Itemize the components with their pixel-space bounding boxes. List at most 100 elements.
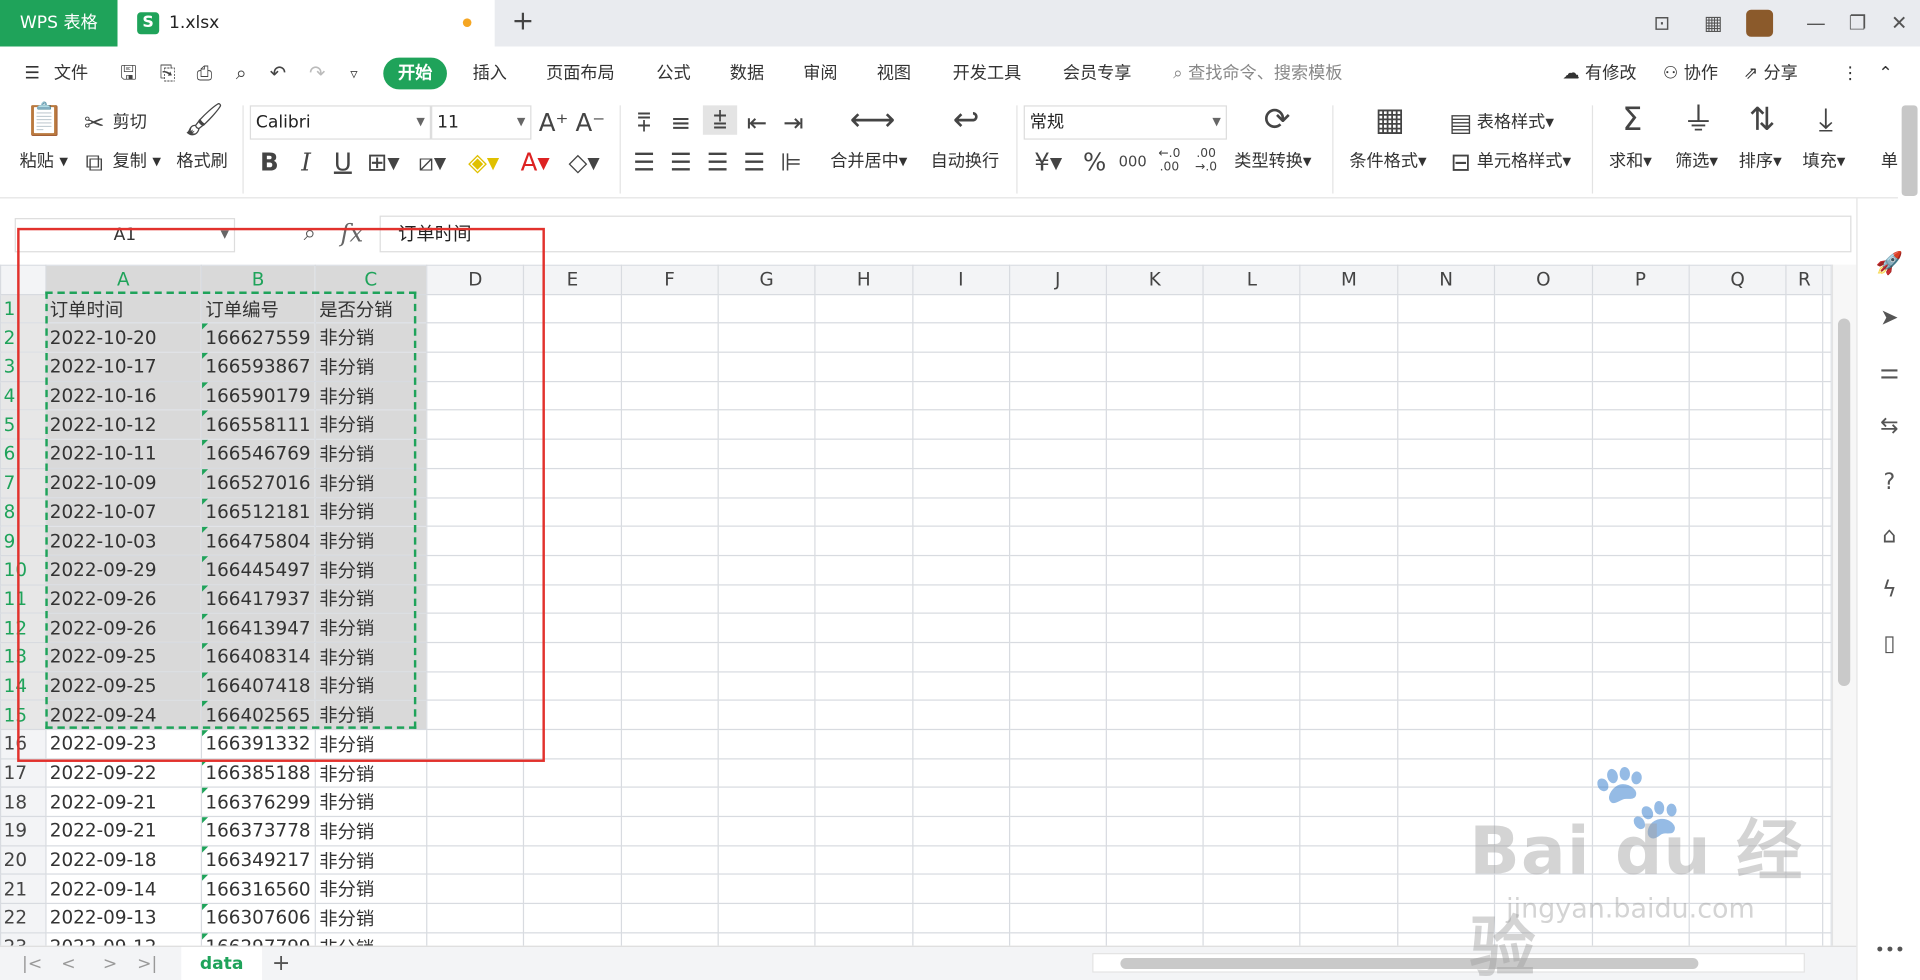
- cell-c[interactable]: 非分销: [314, 844, 428, 876]
- row-header[interactable]: 22: [0, 902, 47, 934]
- cell-empty[interactable]: [814, 902, 913, 934]
- row-header[interactable]: 18: [0, 786, 47, 818]
- cell-b[interactable]: 166376299: [200, 786, 316, 818]
- new-tab-button[interactable]: +: [509, 5, 536, 42]
- filter-button[interactable]: 筛选▾: [1675, 149, 1718, 174]
- cell-empty[interactable]: [1202, 902, 1301, 934]
- cell-empty[interactable]: [1008, 554, 1107, 586]
- paste-button[interactable]: 粘贴 ▾: [20, 149, 68, 174]
- cell-empty[interactable]: [620, 293, 719, 324]
- cell-empty[interactable]: [1494, 322, 1593, 353]
- cell-empty[interactable]: [814, 728, 913, 760]
- cell-empty[interactable]: [911, 380, 1010, 411]
- font-name-select[interactable]: Calibri ▼: [249, 105, 432, 140]
- cell-c[interactable]: 非分销: [314, 612, 428, 644]
- cell-empty[interactable]: [426, 873, 525, 905]
- cell-empty[interactable]: [814, 438, 913, 469]
- align-middle-icon[interactable]: ≡: [666, 108, 695, 137]
- cell-empty[interactable]: [1299, 786, 1399, 818]
- cell-empty[interactable]: [523, 409, 622, 440]
- cell-empty[interactable]: [717, 554, 816, 586]
- cell-b[interactable]: 166349217: [200, 844, 316, 876]
- tab-page-layout[interactable]: 页面布局: [546, 47, 615, 101]
- underline-icon[interactable]: U: [328, 147, 357, 176]
- fill-color-icon[interactable]: ◈▾: [465, 147, 502, 176]
- cell-empty[interactable]: [1105, 699, 1204, 731]
- last-sheet-icon[interactable]: >|: [137, 947, 157, 980]
- cell-empty[interactable]: [1008, 670, 1107, 702]
- cell-empty[interactable]: [1688, 293, 1787, 324]
- cell-a[interactable]: 2022-10-11: [44, 438, 202, 469]
- cell-empty[interactable]: [1785, 438, 1824, 469]
- cell-empty[interactable]: [620, 670, 719, 702]
- column-header-i[interactable]: I: [911, 264, 1010, 295]
- cell-empty[interactable]: [1785, 641, 1824, 673]
- cell-empty[interactable]: [1688, 728, 1787, 760]
- cell-empty[interactable]: [426, 525, 525, 556]
- cell-empty[interactable]: [1688, 757, 1787, 789]
- cell-b[interactable]: 166407418: [200, 670, 316, 702]
- cell-empty[interactable]: [1105, 815, 1204, 847]
- cell-empty[interactable]: [426, 554, 525, 586]
- cell-empty[interactable]: [1591, 380, 1690, 411]
- cell-c[interactable]: 非分销: [314, 583, 428, 615]
- cell-empty[interactable]: [1785, 699, 1824, 731]
- align-left-icon[interactable]: ☰: [629, 147, 658, 176]
- cell-empty[interactable]: [523, 902, 622, 934]
- cell-empty[interactable]: [814, 496, 913, 527]
- cell-empty[interactable]: [1299, 525, 1399, 556]
- cell-empty[interactable]: [1202, 380, 1301, 411]
- cell-empty[interactable]: [911, 293, 1010, 324]
- cell-empty[interactable]: [1299, 728, 1399, 760]
- cell-empty[interactable]: [1822, 409, 1832, 440]
- cell-empty[interactable]: [1008, 583, 1107, 615]
- cell-a[interactable]: 2022-10-12: [44, 409, 202, 440]
- lightning-icon[interactable]: ϟ: [1875, 576, 1904, 605]
- cell-empty[interactable]: [717, 815, 816, 847]
- tab-data[interactable]: 数据: [730, 47, 764, 101]
- cell-c[interactable]: 非分销: [314, 757, 428, 789]
- cell-empty[interactable]: [1785, 322, 1824, 353]
- cell-empty[interactable]: [1822, 525, 1832, 556]
- cell-empty[interactable]: [1591, 670, 1690, 702]
- cell-a[interactable]: 2022-09-21: [44, 786, 202, 818]
- cell-empty[interactable]: [1494, 496, 1593, 527]
- cell-empty[interactable]: [717, 902, 816, 934]
- cell-empty[interactable]: [1785, 932, 1824, 946]
- layout-icon[interactable]: ⊡: [1643, 0, 1680, 47]
- cell-empty[interactable]: [426, 496, 525, 527]
- cell-empty[interactable]: [1299, 670, 1399, 702]
- indent-increase-icon[interactable]: ⇥: [779, 108, 808, 137]
- cell-empty[interactable]: [620, 757, 719, 789]
- cell-c[interactable]: 非分销: [314, 902, 428, 934]
- cell-empty[interactable]: [1785, 612, 1824, 644]
- cell-empty[interactable]: [1008, 786, 1107, 818]
- cell-empty[interactable]: [426, 467, 525, 498]
- tab-developer[interactable]: 开发工具: [953, 47, 1022, 101]
- cell-empty[interactable]: [1494, 525, 1593, 556]
- type-convert-icon[interactable]: ⟳: [1256, 104, 1298, 136]
- cell-empty[interactable]: [1105, 322, 1204, 353]
- avatar[interactable]: [1746, 9, 1774, 37]
- sum-button[interactable]: 求和▾: [1609, 149, 1652, 174]
- cell-empty[interactable]: [1202, 670, 1301, 702]
- cell-empty[interactable]: [426, 932, 525, 946]
- row-header[interactable]: 6: [0, 438, 47, 469]
- cell-empty[interactable]: [523, 380, 622, 411]
- cell-empty[interactable]: [426, 902, 525, 934]
- print-icon[interactable]: ⎙: [191, 61, 218, 86]
- cell-empty[interactable]: [620, 467, 719, 498]
- cell-empty[interactable]: [1008, 844, 1107, 876]
- cell-empty[interactable]: [1396, 409, 1496, 440]
- column-header-k[interactable]: K: [1105, 264, 1204, 295]
- cell-empty[interactable]: [1591, 873, 1690, 905]
- cell-empty[interactable]: [1202, 409, 1301, 440]
- cell-empty[interactable]: [1688, 815, 1787, 847]
- cell-b[interactable]: 166307606: [200, 902, 316, 934]
- cell-empty[interactable]: [1494, 757, 1593, 789]
- cell-a[interactable]: 2022-09-14: [44, 873, 202, 905]
- cell-a[interactable]: 2022-09-18: [44, 844, 202, 876]
- cell-empty[interactable]: [1202, 438, 1301, 469]
- cell-empty[interactable]: [426, 728, 525, 760]
- cell-empty[interactable]: [1396, 467, 1496, 498]
